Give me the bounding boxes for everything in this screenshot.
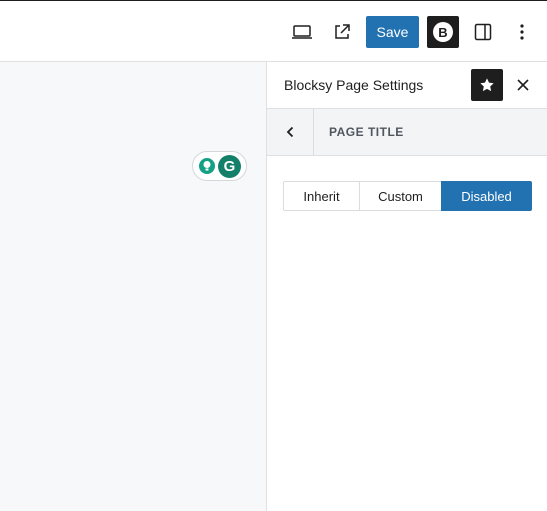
section-title: PAGE TITLE bbox=[329, 125, 404, 139]
view-post-button[interactable] bbox=[330, 16, 354, 48]
grammarly-logo-icon[interactable]: G bbox=[218, 154, 241, 178]
blocksy-logo-icon: B bbox=[433, 22, 453, 42]
blocksy-settings-button[interactable]: B bbox=[427, 16, 459, 48]
editor-header: Save B bbox=[0, 0, 547, 62]
pin-panel-button[interactable] bbox=[471, 69, 503, 101]
option-inherit[interactable]: Inherit bbox=[283, 181, 360, 211]
option-custom[interactable]: Custom bbox=[359, 181, 442, 211]
settings-sidebar: Blocksy Page Settings PAGE TITLE Inherit… bbox=[266, 62, 547, 511]
external-link-icon bbox=[335, 24, 350, 39]
panel-header: Blocksy Page Settings bbox=[267, 62, 547, 109]
star-icon bbox=[480, 78, 494, 92]
back-button[interactable] bbox=[267, 109, 314, 155]
chevron-left-icon bbox=[286, 126, 294, 138]
section-navigation: PAGE TITLE bbox=[267, 109, 547, 156]
option-disabled[interactable]: Disabled bbox=[441, 181, 532, 211]
settings-toggle-button[interactable] bbox=[471, 16, 495, 48]
page-title-mode-toggle: Inherit Custom Disabled bbox=[283, 181, 532, 211]
lightbulb-icon[interactable] bbox=[199, 158, 215, 174]
editor-canvas[interactable]: G bbox=[0, 62, 266, 511]
more-vertical-icon bbox=[520, 24, 524, 40]
close-icon bbox=[517, 79, 529, 91]
desktop-icon bbox=[292, 25, 312, 39]
options-menu-button[interactable] bbox=[512, 16, 532, 48]
save-button[interactable]: Save bbox=[366, 16, 419, 48]
grammarly-widget[interactable]: G bbox=[192, 151, 247, 181]
sidebar-panel-icon bbox=[474, 23, 492, 41]
panel-title: Blocksy Page Settings bbox=[284, 77, 424, 93]
close-panel-button[interactable] bbox=[511, 69, 535, 101]
device-preview-button[interactable] bbox=[288, 16, 316, 48]
